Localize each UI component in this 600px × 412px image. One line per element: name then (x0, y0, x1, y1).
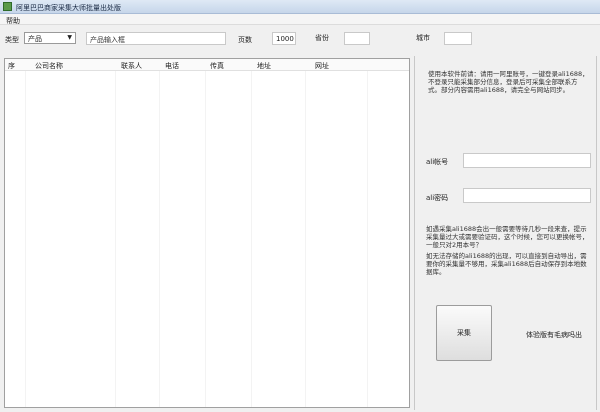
table-header: 序 公司名称 联系人 电话 传真 地址 网址 (5, 59, 409, 71)
type-label: 类型 (5, 36, 19, 44)
city-label: 城市 (416, 34, 430, 42)
city-input[interactable] (444, 32, 472, 45)
col-company[interactable]: 公司名称 (35, 61, 63, 71)
menu-help[interactable]: 帮助 (6, 16, 20, 26)
province-label: 省份 (315, 34, 329, 42)
password-input[interactable] (463, 188, 591, 203)
col-fax[interactable]: 传真 (210, 61, 224, 71)
keyword-input[interactable]: 产品输入框 (86, 32, 226, 45)
col-phone[interactable]: 电话 (165, 61, 179, 71)
title-bar: 阿里巴巴商家采集大师批量出处版 (0, 0, 600, 14)
col-address[interactable]: 地址 (257, 61, 271, 71)
chevron-down-icon: ▼ (67, 34, 72, 41)
type-select[interactable]: 产品 ▼ (24, 32, 76, 44)
intro-text: 使用本软件前请：请用一阿里账号，一键登录ali1688，不登录只能采集部分信息，… (428, 70, 589, 94)
pages-label: 页数 (238, 36, 252, 44)
note-1: 如遇采集ali1688会出一般需要等待几秒一段来查，提示采集量过大或需要验证码，… (426, 225, 589, 249)
window-title: 阿里巴巴商家采集大师批量出处版 (16, 4, 121, 12)
app-icon (3, 2, 12, 11)
password-label: ali密码 (426, 194, 449, 202)
menu-bar: 帮助 (0, 14, 600, 25)
col-website[interactable]: 网址 (315, 61, 329, 71)
account-input[interactable] (463, 153, 591, 168)
col-contact[interactable]: 联系人 (121, 61, 142, 71)
results-table[interactable]: 序 公司名称 联系人 电话 传真 地址 网址 (4, 58, 410, 408)
type-select-value: 产品 (28, 35, 42, 43)
province-input[interactable] (344, 32, 370, 45)
status-text: 体验版有毛病吗出 (526, 331, 582, 339)
account-label: ali帐号 (426, 158, 449, 166)
col-index[interactable]: 序 (8, 61, 15, 71)
note-2: 如无法存储的ali1688的出现，可以直接到自动导出，需要你的采集量不够用，采集… (426, 252, 587, 276)
pages-input[interactable]: 1000 (272, 32, 296, 45)
collect-button[interactable]: 采集 (436, 305, 492, 361)
